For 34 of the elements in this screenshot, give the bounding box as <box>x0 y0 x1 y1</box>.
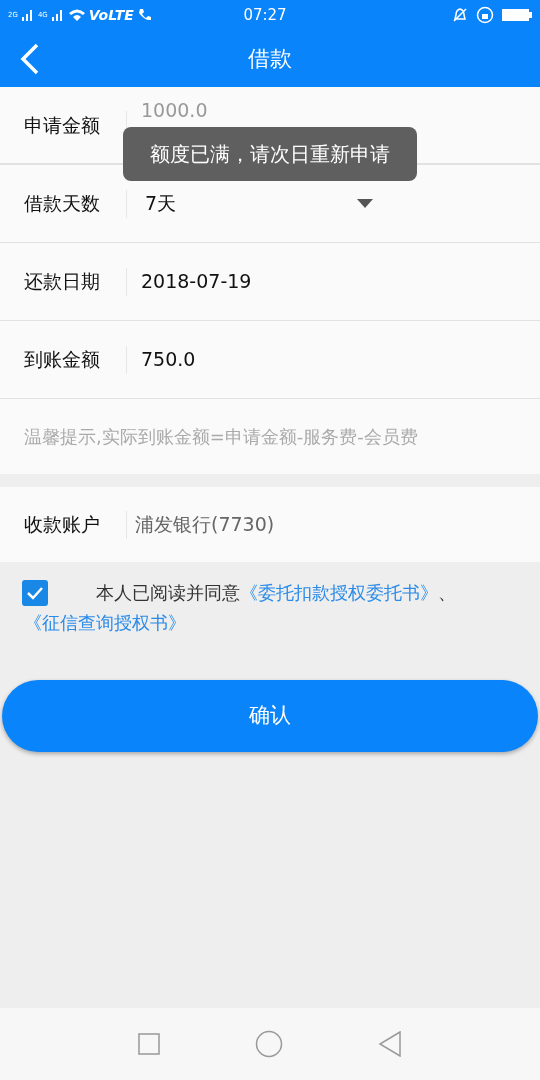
caret-icon <box>357 199 373 208</box>
field-value: 2018-07-19 <box>141 269 252 295</box>
wifi-icon <box>67 8 86 22</box>
separator-text: 、 <box>438 582 456 603</box>
home-icon[interactable] <box>255 1030 283 1058</box>
battery-icon <box>502 8 532 22</box>
field-label: 到账金额 <box>23 347 101 373</box>
field-label: 还款日期 <box>23 269 101 295</box>
days-dropdown[interactable]: 7天 <box>145 189 373 218</box>
field-value: 750.0 <box>141 347 196 373</box>
bell-off-icon <box>452 7 468 23</box>
page-title: 借款 <box>248 45 292 73</box>
account-value[interactable]: 浦发银行(7730) <box>135 510 275 539</box>
agreement-checkbox[interactable] <box>22 580 48 606</box>
clock-time: 07:27 <box>243 4 287 26</box>
field-label: 申请金额 <box>23 112 101 138</box>
agreement-text: 本人已阅读并同意 <box>96 582 240 603</box>
agreement-link[interactable]: 《征信查询授权书》 <box>24 612 186 633</box>
hint-text: 温馨提示,实际到账金额=申请金额-服务费-会员费 <box>24 425 418 449</box>
agreement-link[interactable]: 《委托扣款授权委托书》 <box>240 582 438 603</box>
rotation-lock-icon <box>476 6 494 24</box>
field-label: 收款账户 <box>23 512 101 538</box>
back-icon <box>20 42 40 75</box>
volte-label: VoLTE <box>88 5 134 25</box>
confirm-button[interactable]: 确认 <box>2 680 538 752</box>
error-toast: 额度已满，请次日重新申请 <box>123 127 417 181</box>
check-icon <box>26 586 44 600</box>
back-nav-icon[interactable] <box>378 1031 403 1057</box>
amount-input[interactable]: 1000.0 <box>141 98 211 122</box>
phone-icon <box>136 7 153 23</box>
signal-icon <box>50 8 65 22</box>
recent-apps-icon[interactable] <box>137 1033 160 1055</box>
signal-icon <box>20 8 35 22</box>
field-label: 借款天数 <box>23 191 101 217</box>
